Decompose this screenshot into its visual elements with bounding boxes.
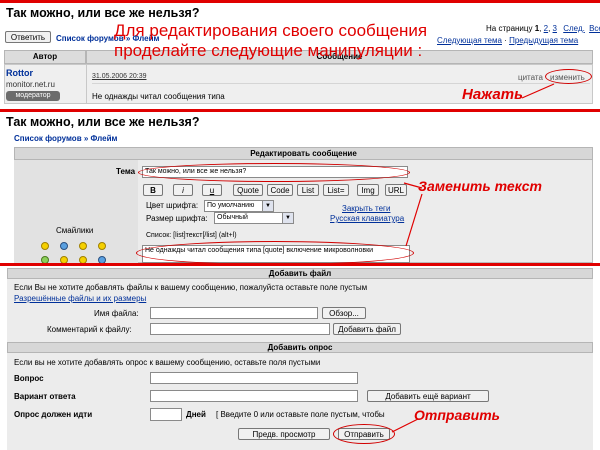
grin-smile-icon[interactable] (79, 242, 87, 250)
days-hint: [ Введите 0 или оставьте поле пустым, чт… (216, 410, 385, 419)
answer-label: Вариант ответа (14, 392, 76, 401)
font-color-label: Цвет шрифта: (146, 201, 199, 210)
submit-highlight-oval (333, 424, 395, 444)
attach-header: Добавить файл (7, 268, 593, 279)
smilies-label: Смайлики (56, 226, 94, 235)
column-author: Автор (4, 50, 86, 64)
close-tags-link[interactable]: Закрыть теги (342, 204, 390, 213)
attach-info: Если Вы не хотите добавлять файлы к ваше… (14, 283, 368, 292)
reply-button[interactable]: Ответить (5, 31, 51, 43)
list-ordered-button[interactable]: List= (323, 184, 349, 196)
underline-button[interactable]: u (202, 184, 222, 196)
page-3-link[interactable]: 3 (553, 24, 557, 33)
font-color-value: По умолчанию (207, 202, 255, 209)
confused-smile-icon[interactable] (60, 242, 68, 250)
poll-info: Если вы не хотите добавлять опрос к ваше… (14, 358, 321, 367)
list-hint: Список: [list]текст[/list] (alt+l) (146, 232, 237, 239)
poll-header: Добавить опрос (7, 342, 593, 353)
italic-button[interactable]: i (173, 184, 193, 196)
replace-arrows (403, 182, 423, 247)
file-name-input[interactable] (150, 307, 318, 319)
smile-icon[interactable] (41, 242, 49, 250)
message-highlight-oval (136, 241, 414, 265)
annotation-replace: Заменить текст (418, 178, 542, 194)
font-size-label: Размер шрифта: (146, 214, 208, 223)
edit-breadcrumb: Список форумов » Флейм (14, 134, 117, 143)
edit-panel-header: Редактировать сообщение (14, 147, 593, 160)
post-date: 31.05.2006 20:39 (92, 73, 147, 80)
topic-field-label: Тема (116, 167, 136, 176)
file-comment-label: Комментарий к файлу: (47, 325, 132, 334)
font-color-dropdown-icon: ▼ (262, 201, 273, 211)
topic-highlight-oval (138, 163, 410, 182)
edit-breadcrumb-flame-link[interactable]: Флейм (91, 134, 118, 143)
next-topic-link[interactable]: Следующая тема (437, 36, 502, 45)
font-size-select[interactable]: Обычный ▼ (214, 212, 294, 224)
pagination: На страницу 1, 2, 3 След. Все (486, 24, 600, 33)
allowed-files-link[interactable]: Разрешённые файлы и их размеры (14, 294, 146, 303)
poll-days-input[interactable] (150, 408, 182, 421)
edit-topic-title: Так можно, или все же нельзя? (6, 115, 200, 129)
topic-title: Так можно, или все же нельзя? (6, 6, 200, 20)
quote-button[interactable]: Quote (233, 184, 263, 196)
font-color-select[interactable]: По умолчанию ▼ (204, 200, 274, 212)
wink-smile-icon[interactable] (98, 242, 106, 250)
preview-button[interactable]: Предв. просмотр (238, 428, 330, 440)
red-divider-1 (0, 109, 600, 112)
edit-breadcrumb-separator: » (81, 134, 91, 143)
russian-keyboard-link[interactable]: Русская клавиатура (330, 214, 404, 223)
img-button[interactable]: Img (357, 184, 379, 196)
post-divider (86, 64, 87, 104)
question-label: Вопрос (14, 374, 44, 383)
file-name-label: Имя файла: (94, 309, 139, 318)
top-red-divider (0, 0, 600, 3)
question-input[interactable] (150, 372, 358, 384)
file-comment-input[interactable] (150, 323, 330, 335)
add-file-button[interactable]: Добавить файл (333, 323, 401, 335)
code-button[interactable]: Code (267, 184, 293, 196)
poll-duration-label: Опрос должен идти (14, 410, 93, 419)
answer-input[interactable] (150, 390, 358, 402)
post-text: Не однажды читал сообщения типа (92, 92, 225, 101)
browse-button[interactable]: Обзор... (322, 307, 366, 319)
author-name[interactable]: Rottor (6, 68, 33, 78)
all-pages-link[interactable]: Все (589, 24, 600, 33)
moderator-badge: модератор (6, 91, 60, 101)
edit-breadcrumb-forums-link[interactable]: Список форумов (14, 134, 82, 143)
press-arrow (521, 83, 555, 99)
post-header-line (92, 83, 590, 84)
instruction-line-1: Для редактирования своего сообщения (114, 21, 428, 40)
author-site: monitor.net.ru (6, 80, 55, 89)
red-divider-2 (0, 263, 600, 266)
send-arrow (391, 418, 419, 433)
add-option-button[interactable]: Добавить ещё вариант (367, 390, 489, 402)
next-page-link[interactable]: След. (563, 24, 585, 33)
bold-button[interactable]: B (143, 184, 163, 196)
instruction-line-2: проделайте следующие манипуляции : (114, 41, 423, 60)
prev-topic-link[interactable]: Предыдущая тема (509, 36, 578, 45)
days-label: Дней (186, 410, 206, 419)
instruction-overlay: Для редактирования своего сообщения прод… (114, 21, 427, 61)
moderator-badge-label: модератор (15, 92, 51, 99)
font-size-value: Обычный (217, 214, 248, 221)
annotation-press: Нажать (462, 86, 523, 103)
page-current: 1 (534, 24, 540, 33)
topic-nav: Следующая тема · Предыдущая тема (437, 36, 579, 45)
page-2-link[interactable]: 2 (544, 24, 548, 33)
page-label: На страницу (486, 24, 533, 33)
font-size-dropdown-icon: ▼ (282, 213, 293, 223)
list-button[interactable]: List (297, 184, 319, 196)
